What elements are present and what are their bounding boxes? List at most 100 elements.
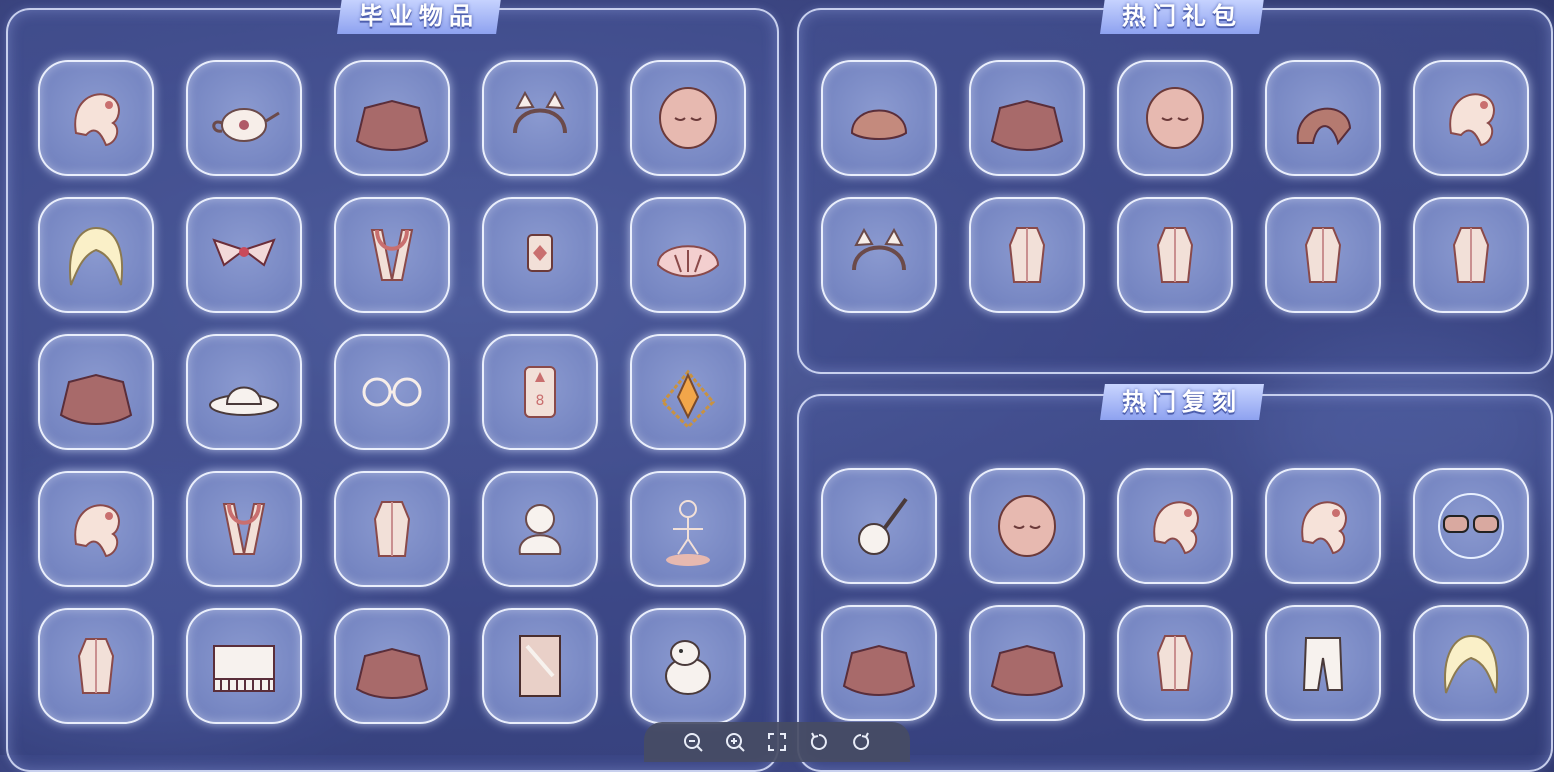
zoom-in-button[interactable] — [722, 729, 748, 755]
moomin-icon — [665, 640, 711, 695]
sash-icon — [660, 369, 716, 430]
rotate-right-icon — [853, 732, 870, 750]
image-viewer-toolbar — [644, 722, 910, 762]
rerun-item-slot-1[interactable] — [821, 468, 937, 584]
wing-ornament-icon — [212, 238, 276, 267]
graduation-item-slot-20[interactable] — [630, 471, 746, 587]
rotate-left-button[interactable] — [806, 729, 832, 755]
fullscreen-icon — [768, 733, 786, 751]
rerun-item-slot-8[interactable] — [1117, 605, 1233, 721]
outfit-icon — [77, 638, 115, 694]
gift-pack-item-slot-9[interactable] — [1265, 197, 1381, 313]
card-icon — [519, 635, 561, 697]
rerun-item-slot-10[interactable] — [1413, 605, 1529, 721]
graduation-item-slot-24[interactable] — [482, 608, 598, 724]
cape-icon — [355, 99, 429, 151]
rerun-item-slot-6[interactable] — [821, 605, 937, 721]
pants-icon — [1302, 637, 1344, 691]
hair-icon — [1153, 501, 1199, 555]
rerun-item-slot-7[interactable] — [969, 605, 1085, 721]
graduation-item-slot-25[interactable] — [630, 608, 746, 724]
outfit-icon — [1156, 227, 1194, 283]
guitar-icon — [858, 497, 908, 555]
mask-icon — [998, 495, 1056, 557]
graduation-item-slot-10[interactable] — [630, 197, 746, 313]
graduation-item-slot-4[interactable] — [482, 60, 598, 176]
mask-icon — [1146, 87, 1204, 149]
panel-title-gift-packs: 热门礼包 — [1100, 0, 1264, 34]
graduation-item-slot-17[interactable] — [186, 471, 302, 587]
panel-reruns: 热门复刻 — [797, 384, 1553, 772]
cape-icon — [990, 99, 1064, 151]
graduation-item-slot-22[interactable] — [186, 608, 302, 724]
rerun-item-slot-3[interactable] — [1117, 468, 1233, 584]
gift-pack-item-slot-4[interactable] — [1265, 60, 1381, 176]
hair-bun-icon — [518, 504, 562, 555]
graduation-item-slot-12[interactable] — [186, 334, 302, 450]
shell-icon — [656, 245, 720, 278]
gift-packs-grid — [821, 60, 1529, 313]
piano-icon — [213, 645, 275, 692]
hat-icon — [850, 109, 908, 140]
graduation-item-slot-21[interactable] — [38, 608, 154, 724]
hair-icon — [1449, 93, 1495, 147]
outfit-icon — [1304, 227, 1342, 283]
graduation-item-slot-9[interactable] — [482, 197, 598, 313]
graduation-item-slot-13[interactable] — [334, 334, 450, 450]
graduation-items-grid: 8 — [38, 60, 746, 724]
hair-icon — [74, 504, 120, 558]
rerun-item-slot-4[interactable] — [1265, 468, 1381, 584]
headband-icon — [852, 227, 906, 271]
instrument-icon — [527, 234, 553, 272]
zoom-out-button[interactable] — [680, 729, 706, 755]
sunglasses-icon — [1438, 493, 1504, 559]
panel-gift-packs: 热门礼包 — [797, 0, 1553, 374]
zoom-in-icon — [726, 733, 745, 752]
rerun-item-slot-2[interactable] — [969, 468, 1085, 584]
graduation-item-slot-2[interactable] — [186, 60, 302, 176]
graduation-item-slot-8[interactable] — [334, 197, 450, 313]
panel-title-graduation: 毕业物品 — [337, 0, 501, 34]
outfit-icon — [373, 501, 411, 557]
rerun-item-slot-9[interactable] — [1265, 605, 1381, 721]
teapot-icon — [212, 108, 280, 142]
graduation-item-slot-15[interactable] — [630, 334, 746, 450]
panel-graduation-items: 毕业物品 8 — [6, 0, 779, 772]
glasses-icon — [362, 377, 422, 407]
cape-icon — [355, 647, 429, 699]
hair-icon — [1301, 501, 1347, 555]
gift-pack-item-slot-8[interactable] — [1117, 197, 1233, 313]
graduation-item-slot-19[interactable] — [482, 471, 598, 587]
headband-icon — [513, 90, 567, 134]
gift-pack-item-slot-6[interactable] — [821, 197, 937, 313]
gift-pack-item-slot-5[interactable] — [1413, 60, 1529, 176]
reruns-grid — [821, 468, 1529, 721]
graduation-item-slot-7[interactable] — [186, 197, 302, 313]
rotate-left-icon — [810, 732, 827, 750]
graduation-item-slot-23[interactable] — [334, 608, 450, 724]
graduation-item-slot-5[interactable] — [630, 60, 746, 176]
rerun-item-slot-5[interactable] — [1413, 468, 1529, 584]
long-hair-icon — [69, 226, 124, 286]
gift-pack-item-slot-1[interactable] — [821, 60, 937, 176]
gift-pack-item-slot-7[interactable] — [969, 197, 1085, 313]
rotate-right-button[interactable] — [848, 729, 874, 755]
graduation-item-slot-18[interactable] — [334, 471, 450, 587]
graduation-item-slot-6[interactable] — [38, 197, 154, 313]
cape-icon — [990, 644, 1064, 696]
gift-pack-item-slot-2[interactable] — [969, 60, 1085, 176]
hood-icon — [1296, 107, 1352, 146]
fullscreen-button[interactable] — [764, 729, 790, 755]
graduation-item-slot-16[interactable] — [38, 471, 154, 587]
graduation-item-slot-14[interactable]: 8 — [482, 334, 598, 450]
graduation-item-slot-1[interactable] — [38, 60, 154, 176]
hair-icon — [74, 93, 120, 147]
cape-icon — [842, 644, 916, 696]
gift-pack-item-slot-3[interactable] — [1117, 60, 1233, 176]
gift-pack-item-slot-10[interactable] — [1413, 197, 1529, 313]
graduation-item-slot-3[interactable] — [334, 60, 450, 176]
zoom-out-icon — [684, 733, 703, 752]
outfit-icon — [1008, 227, 1046, 283]
long-hair-icon — [1444, 634, 1499, 694]
graduation-item-slot-11[interactable] — [38, 334, 154, 450]
